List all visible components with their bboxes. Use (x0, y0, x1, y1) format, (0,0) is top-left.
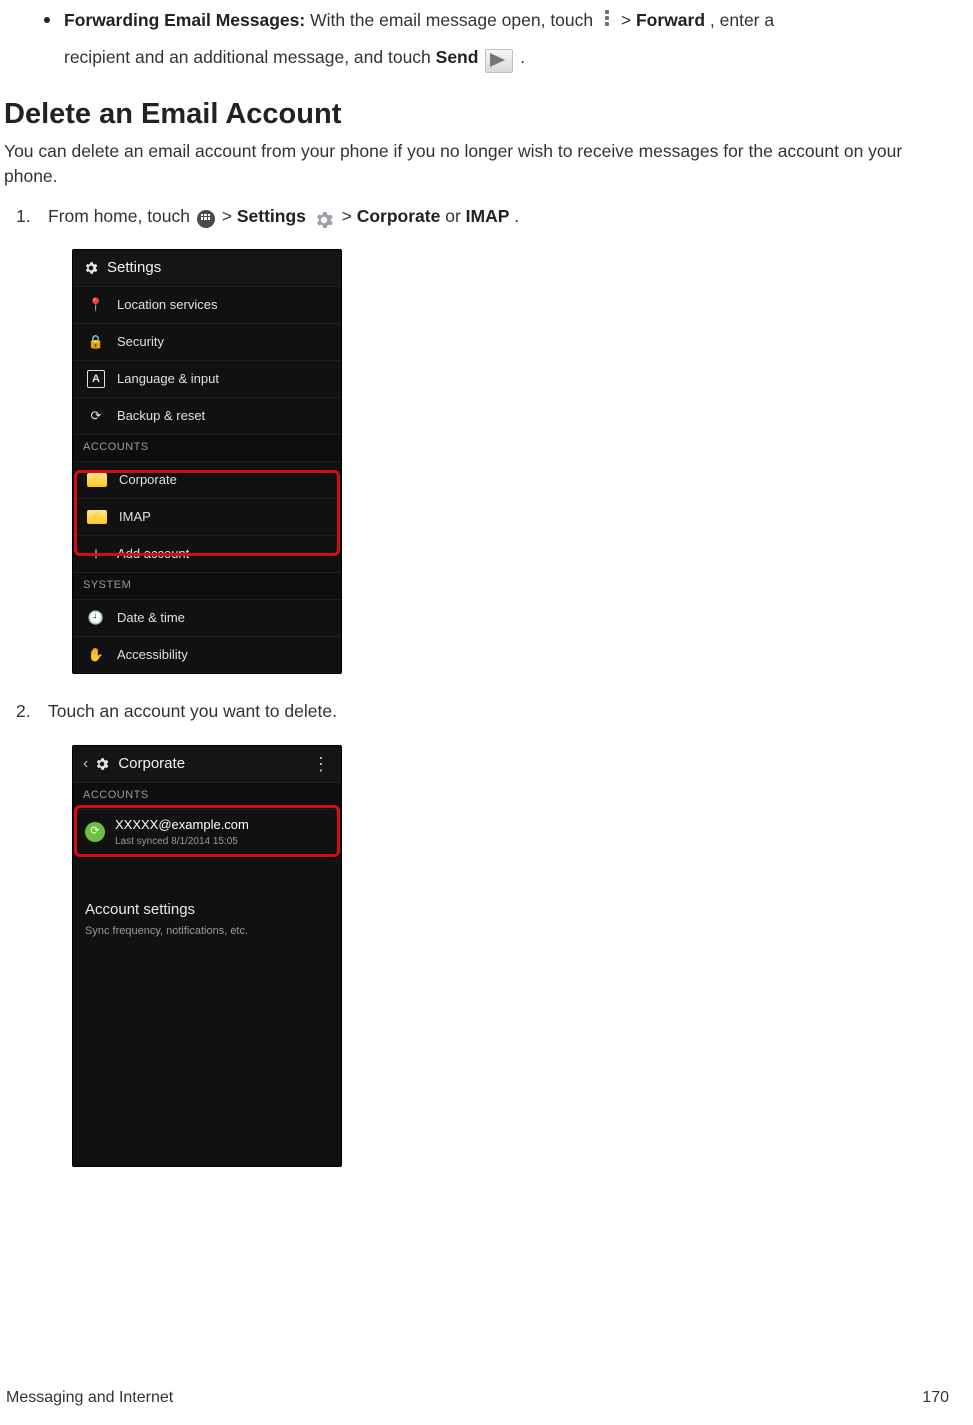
settings-gear-icon (313, 209, 335, 231)
accounts-section-label: ACCOUNTS (73, 434, 341, 461)
row-label: Backup & reset (117, 407, 205, 426)
page-footer: Messaging and Internet 170 (6, 1386, 949, 1409)
overflow-icon (600, 8, 614, 30)
keyboard-a-icon: A (87, 370, 105, 388)
bullet-forward: Forward (636, 10, 705, 30)
phone1-header-title: Settings (107, 257, 331, 279)
bullet-line2: recipient and an additional message, and… (64, 45, 955, 70)
account-settings-title: Account settings (85, 899, 329, 921)
location-icon: 📍 (87, 296, 105, 315)
accounts-section-label: ACCOUNTS (73, 782, 341, 809)
row-label: Date & time (117, 609, 185, 628)
bullet-title: Forwarding Email Messages: (64, 10, 305, 30)
bullet-period: . (520, 47, 525, 67)
step1-period: . (514, 206, 519, 226)
row-accessibility[interactable]: ✋ Accessibility (73, 636, 341, 673)
step1-b: > (222, 206, 237, 226)
system-section-label: SYSTEM (73, 572, 341, 599)
back-icon[interactable]: ‹ (83, 752, 88, 775)
plus-icon: + (87, 545, 105, 563)
row-label: Location services (117, 296, 217, 315)
section-paragraph: You can delete an email account from you… (4, 139, 955, 190)
account-settings-row[interactable]: Account settings Sync frequency, notific… (73, 885, 341, 954)
row-security[interactable]: 🔒 Security (73, 323, 341, 360)
bullet-dot-icon (44, 17, 50, 23)
row-label: Corporate (119, 471, 177, 490)
row-date-time[interactable]: 🕘 Date & time (73, 599, 341, 636)
step1-corporate: Corporate (357, 206, 441, 226)
row-label: IMAP (119, 508, 151, 527)
row-backup-reset[interactable]: ⟳ Backup & reset (73, 397, 341, 434)
overflow-menu-icon[interactable]: ⋮ (312, 751, 331, 777)
bullet-text-1c: , enter a (710, 10, 774, 30)
header-gear-icon (83, 260, 99, 276)
bullet-text-1a: With the email message open, touch (310, 10, 598, 30)
row-add-account[interactable]: + Add account (73, 535, 341, 572)
step1-settings: Settings (237, 206, 306, 226)
row-label: Accessibility (117, 646, 188, 665)
step1-or: or (445, 206, 465, 226)
bullet-send: Send (436, 47, 479, 67)
step-2: 2. Touch an account you want to delete. (16, 699, 955, 724)
step-1: 1. From home, touch > Settings > Corpora… (16, 204, 955, 229)
clock-icon: 🕘 (87, 609, 105, 628)
phone2-header-title: Corporate (118, 753, 312, 775)
row-imap[interactable]: IMAP (73, 498, 341, 535)
row-corporate[interactable]: Corporate (73, 461, 341, 498)
row-label: Language & input (117, 370, 219, 389)
step1-d: > (342, 206, 357, 226)
step1-a: From home, touch (48, 206, 195, 226)
row-label: Add account (117, 545, 189, 564)
phone-screenshot-settings: Settings 📍 Location services 🔒 Security … (72, 249, 342, 674)
apps-icon (197, 210, 215, 228)
step-1-number: 1. (16, 204, 48, 229)
mail-icon (87, 510, 107, 524)
footer-page-number: 170 (922, 1386, 949, 1409)
account-row[interactable]: ⟳ XXXXX@example.com Last synced 8/1/2014… (73, 809, 341, 855)
step-2-number: 2. (16, 699, 48, 724)
row-label: Security (117, 333, 164, 352)
bullet-item-forwarding: Forwarding Email Messages: With the emai… (44, 8, 955, 33)
step1-imap: IMAP (466, 206, 510, 226)
bullet-list: Forwarding Email Messages: With the emai… (44, 8, 955, 33)
send-icon (485, 49, 513, 73)
footer-left: Messaging and Internet (6, 1386, 173, 1409)
account-last-synced: Last synced 8/1/2014 15:05 (115, 835, 249, 850)
lock-icon: 🔒 (87, 333, 105, 352)
row-location-services[interactable]: 📍 Location services (73, 286, 341, 323)
row-language-input[interactable]: A Language & input (73, 360, 341, 397)
bullet-text-1b: > (621, 10, 636, 30)
hand-icon: ✋ (87, 646, 105, 665)
section-title: Delete an Email Account (4, 93, 955, 135)
mail-icon (87, 473, 107, 487)
phone-screenshot-corporate: ‹ Corporate ⋮ ACCOUNTS ⟳ XXXXX@example.c… (72, 745, 342, 1167)
refresh-icon: ⟳ (87, 407, 105, 426)
bullet-text-2a: recipient and an additional message, and… (64, 47, 436, 67)
header-gear-icon (94, 756, 110, 772)
account-settings-sub: Sync frequency, notifications, etc. (85, 924, 329, 940)
sync-status-icon: ⟳ (85, 822, 105, 842)
step2-text: Touch an account you want to delete. (48, 701, 337, 721)
account-email: XXXXX@example.com (115, 816, 249, 835)
